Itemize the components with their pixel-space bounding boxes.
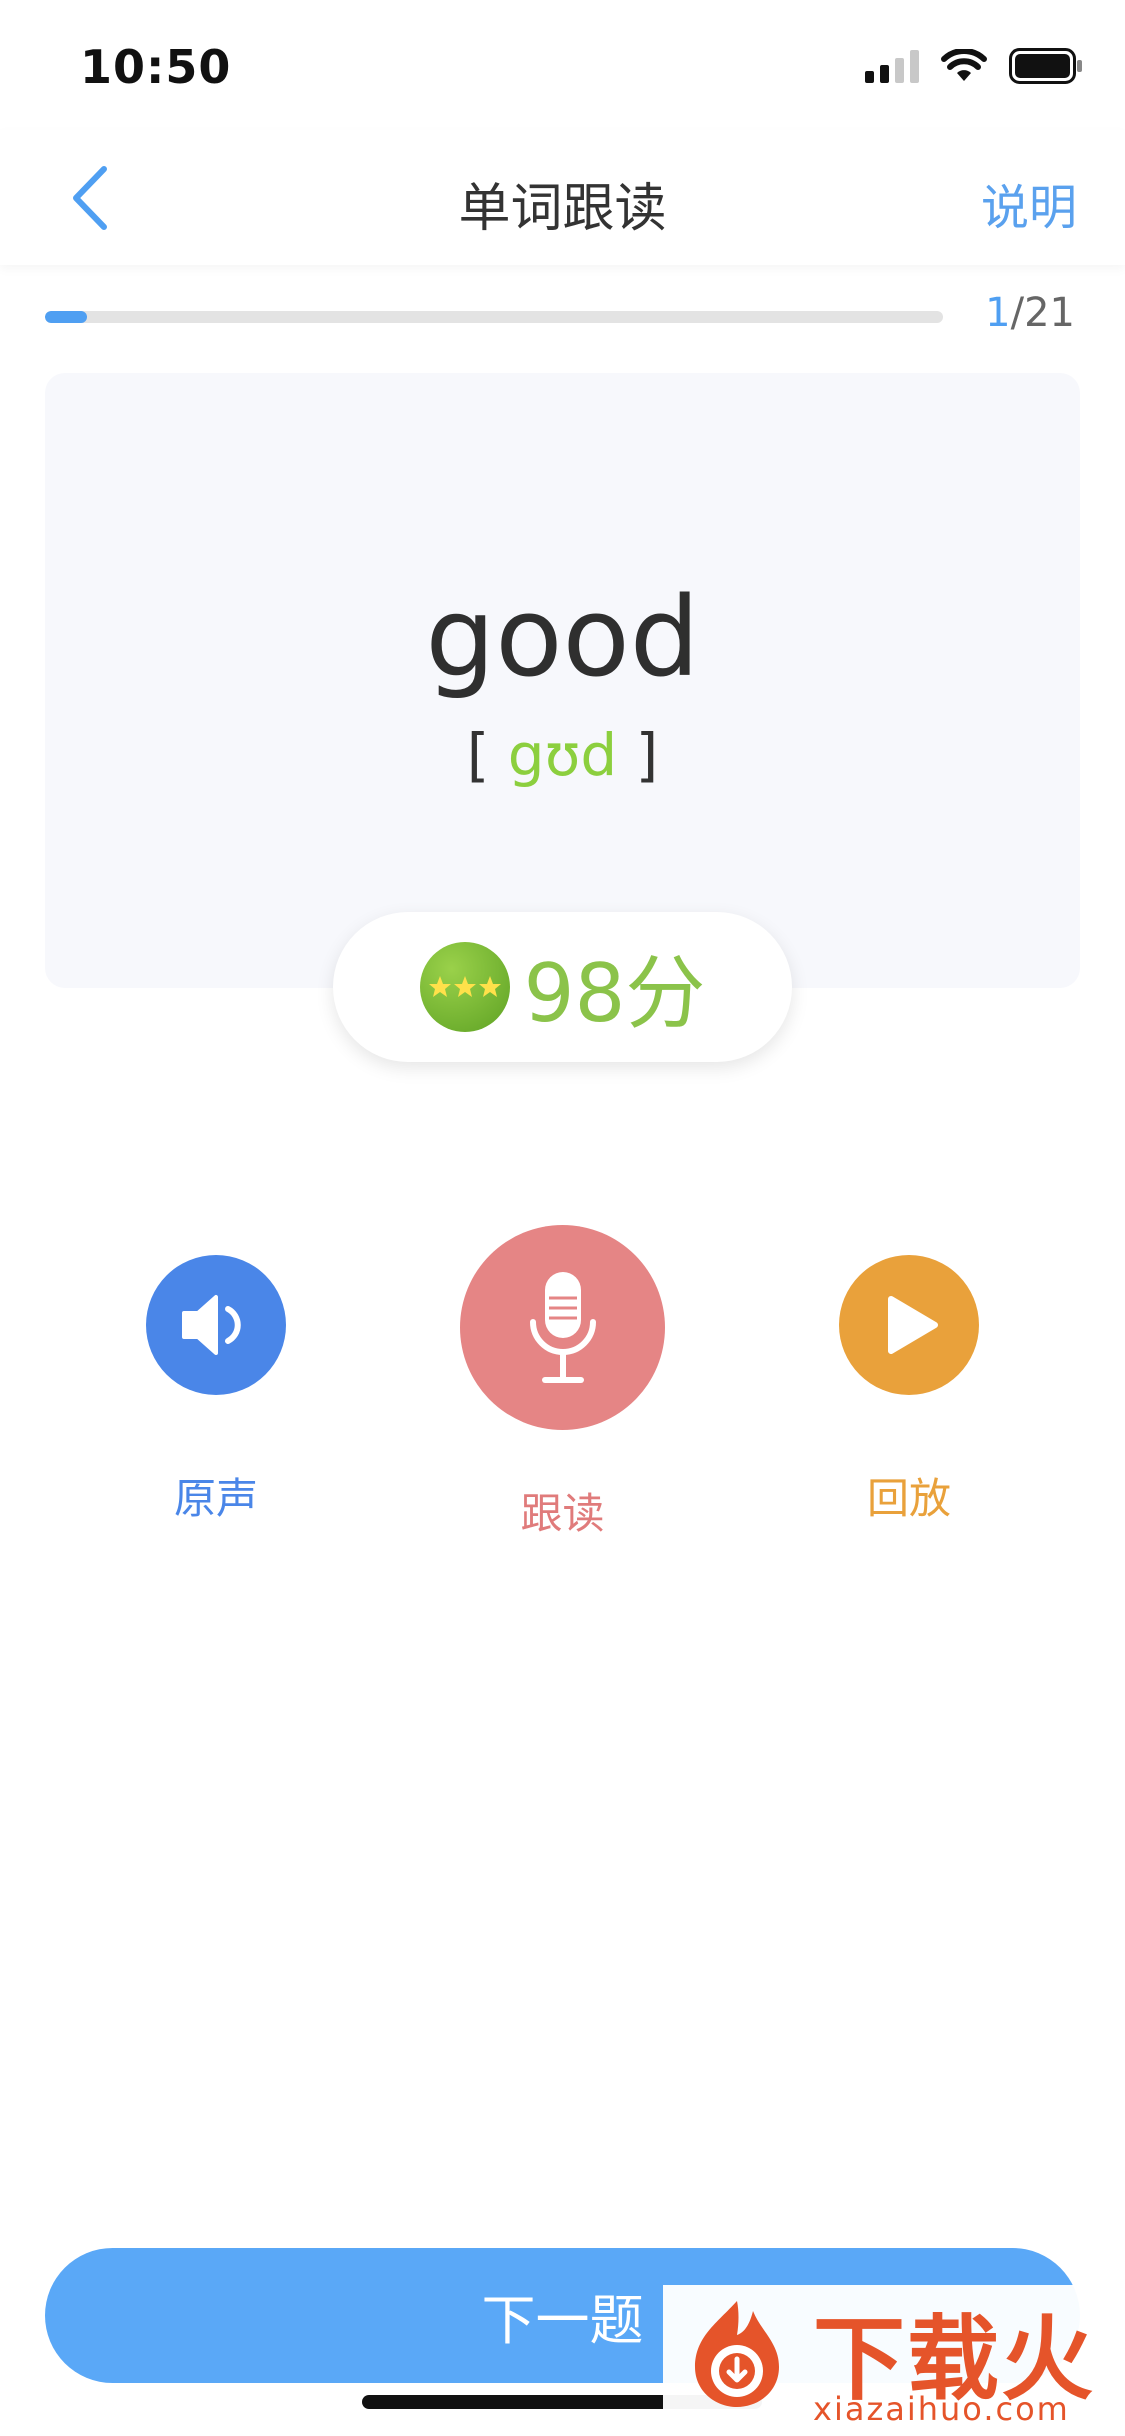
score-badge: 98分: [333, 912, 792, 1062]
progress-current: 1: [985, 290, 1011, 336]
status-time: 10:50: [80, 40, 232, 94]
phonetic: [ gʊd ]: [45, 721, 1080, 789]
bracket-close: ]: [617, 721, 659, 789]
progress-bar: [45, 311, 943, 323]
original-audio-control[interactable]: 原声: [146, 1255, 286, 1526]
word-text: good: [425, 573, 700, 701]
follow-read-control[interactable]: 跟读: [460, 1225, 665, 1541]
word-card: good [ gʊd ]: [45, 373, 1080, 988]
three-star-medal-icon: [419, 942, 510, 1032]
progress-total: /21: [1010, 290, 1075, 336]
playback-control[interactable]: 回放: [839, 1255, 979, 1526]
flame-logo-icon: [695, 2301, 779, 2407]
play-icon: [888, 1296, 938, 1354]
cellular-signal-icon: [865, 49, 919, 83]
playback-button[interactable]: [839, 1255, 979, 1395]
status-icons: [865, 48, 1083, 84]
original-audio-button[interactable]: [146, 1255, 286, 1395]
watermark-domain: xiazaihuo.com: [813, 2390, 1070, 2428]
playback-label: 回放: [866, 1474, 951, 1523]
page-title: 单词跟读: [458, 179, 667, 239]
screen: 10:50 单词跟读 说明 1/21 good [ gʊd ] 98分 原声 跟…: [0, 0, 1125, 2436]
follow-read-label: 跟读: [520, 1489, 605, 1538]
progress-counter: 1/21: [985, 290, 1075, 336]
help-link[interactable]: 说明: [981, 168, 1077, 238]
phonetic-ipa: gʊd: [507, 721, 618, 789]
wifi-icon: [941, 49, 987, 81]
progress-fill: [45, 311, 88, 323]
score-value: 98分: [523, 947, 706, 1040]
speaker-icon: [182, 1295, 241, 1355]
original-audio-label: 原声: [173, 1474, 258, 1523]
microphone-icon: [529, 1271, 596, 1383]
watermark: 下载火 xiazaihuo.com: [663, 2285, 1125, 2436]
battery-icon: [1009, 48, 1082, 84]
nav-bar: 单词跟读 说明: [0, 130, 1125, 265]
bracket-open: [: [466, 721, 508, 789]
record-button[interactable]: [460, 1225, 665, 1430]
